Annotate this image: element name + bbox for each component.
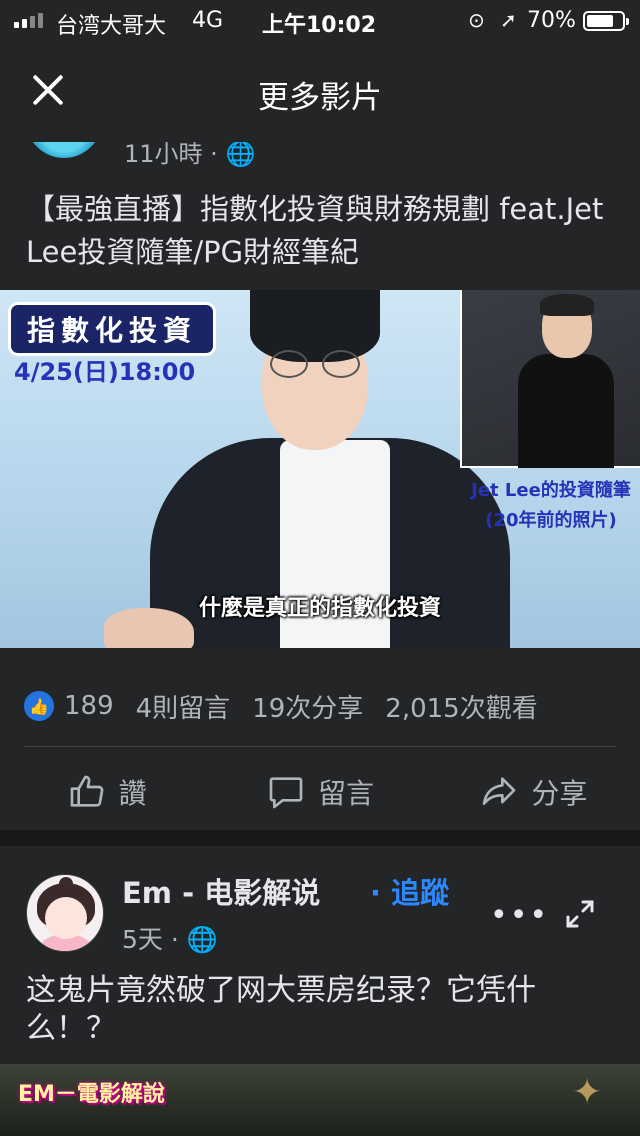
inset-caption: Jet Lee的投資隨筆 [471, 480, 631, 501]
like-label: 讚 [118, 777, 147, 810]
video-subtitle: 什麼是真正的指數化投資 [198, 596, 441, 621]
comment-label: 留言 [317, 777, 374, 810]
divider [24, 746, 616, 747]
battery-percent: 70% [527, 8, 576, 33]
page-title: 更多影片 [258, 80, 382, 116]
thumbs-up-icon [70, 775, 103, 807]
post-text: 【最強直播】指數化投資與財務規劃 feat.Jet Lee投資隨筆/PG財經筆紀 [26, 192, 604, 269]
action-bar: 讚 留言 分享 [0, 762, 640, 822]
post-text: 这鬼片竟然破了网大票房纪录？它凭什么！？ [26, 973, 536, 1046]
status-time: 上午10:02 [262, 13, 377, 38]
video-label: EM－電影解說 [18, 1082, 165, 1107]
logo-icon: ✦ [572, 1072, 603, 1113]
post-time: 5天 · [122, 925, 187, 954]
post-stats: 👍 189 4則留言 19次分享 2,015次觀看 [24, 686, 624, 726]
carrier-name: 台湾大哥大 [56, 14, 167, 39]
video-player[interactable]: EM－電影解說 ✦ [0, 1064, 640, 1136]
globe-icon: 🌐 [225, 142, 256, 168]
post-time: 11小時 [124, 142, 203, 168]
orientation-lock-icon: ⊙ [468, 8, 485, 32]
avatar[interactable] [26, 874, 104, 952]
like-badge-icon: 👍 [24, 691, 54, 721]
page-name[interactable]: Em - 电影解说 [122, 870, 320, 912]
share-icon [482, 777, 516, 805]
follow-button[interactable]: · 追蹤 [370, 870, 449, 912]
avatar[interactable] [26, 142, 102, 158]
video-post-2: Em - 电影解说 · 追蹤 5天 · 🌐 ••• 这鬼片竟然破了网大票房纪录？… [0, 846, 640, 1136]
network-type: 4G [192, 8, 224, 33]
inset-photo [460, 290, 640, 468]
like-count[interactable]: 189 [64, 691, 114, 721]
share-count[interactable]: 19次分享 [252, 688, 363, 725]
status-bar: 台湾大哥大 4G 上午10:02 ⊙ ➚ 70% [0, 0, 640, 42]
share-button[interactable]: 分享 [427, 762, 640, 822]
more-options-button[interactable]: ••• [490, 898, 549, 933]
video-player[interactable]: 指數化投資 4/25(日)18:00 Jet Lee的投資隨筆 (20年前的照片… [0, 290, 640, 648]
globe-icon: 🌐 [186, 925, 218, 954]
post-meta: 11小時 · 🌐 [124, 142, 256, 168]
like-button[interactable]: 讚 [0, 762, 213, 822]
view-count: 2,015次觀看 [385, 693, 538, 724]
glasses-graphic [270, 350, 360, 378]
share-label: 分享 [531, 777, 588, 810]
post-meta: 5天 · 🌐 [122, 920, 218, 956]
header: 更多影片 [0, 42, 640, 142]
signal-icon [14, 13, 43, 28]
comment-button[interactable]: 留言 [213, 762, 426, 822]
inset-hair [540, 294, 594, 316]
inset-suit [518, 354, 614, 468]
comment-icon [269, 777, 303, 809]
battery-icon [583, 11, 629, 31]
video-badge: 指數化投資 [8, 302, 217, 356]
video-post: 11小時 · 🌐 【最強直播】指數化投資與財務規劃 feat.Jet Lee投資… [0, 142, 640, 830]
video-date: 4/25(日)18:00 [14, 358, 196, 386]
inset-note: (20年前的照片) [485, 510, 617, 531]
comment-count[interactable]: 4則留言 [136, 688, 231, 725]
expand-icon[interactable] [562, 896, 598, 932]
location-icon: ➚ [500, 8, 517, 32]
